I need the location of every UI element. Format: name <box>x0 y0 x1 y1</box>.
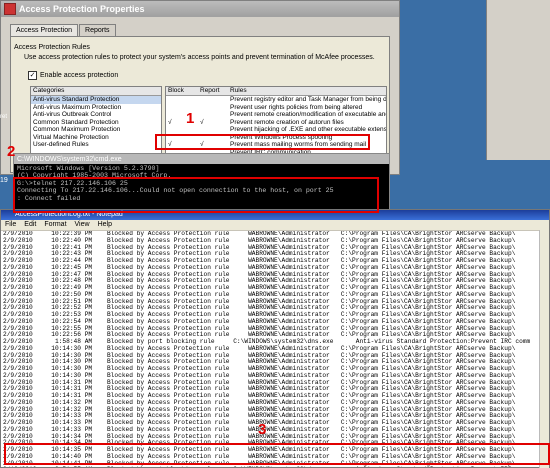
category-item[interactable]: Anti-virus Standard Protection <box>31 96 161 104</box>
rule-row[interactable]: Prevent registry editor and Task Manager… <box>166 96 386 104</box>
rule-report <box>198 134 228 142</box>
category-item[interactable]: User-defined Rules <box>31 141 161 149</box>
cmd-line: (C) Copyright 1985-2003 Microsoft Corp. <box>17 172 172 180</box>
rule-row-mass-mailing[interactable]: √ √ Prevent mass mailing worms from sendin… <box>166 141 386 149</box>
rule-block <box>166 126 198 134</box>
background-window-edge <box>486 0 550 160</box>
rules-table: Block Report Rules Prevent registry edit… <box>165 86 387 160</box>
notepad-scrollbar[interactable] <box>539 230 549 468</box>
notepad-titlebar[interactable]: AccessProtectionLog.txt - Notepad <box>1 210 549 220</box>
desktop-side-number: 19 <box>0 177 8 184</box>
cmd-line: Microsoft Windows [Version 5.2.3790] <box>17 165 160 172</box>
notepad-text-area[interactable]: 2/9/2010 10:22:39 PM Blocked by Access P… <box>1 231 549 467</box>
rule-name: Prevent registry editor and Task Manager… <box>230 96 386 103</box>
cmd-line: : Connect failed <box>17 194 81 202</box>
menu-help[interactable]: Help <box>98 220 112 230</box>
rule-row[interactable]: √ √ Prevent remote creation of autorun fil… <box>166 119 386 127</box>
annotation-number-3: 3 <box>258 421 267 438</box>
rule-name: Prevent user rights policies from being … <box>230 103 363 111</box>
menu-view[interactable]: View <box>75 220 90 230</box>
col-block-header[interactable]: Block <box>166 87 198 95</box>
rule-report: √ <box>200 141 204 148</box>
rule-block: √ <box>168 141 172 148</box>
rule-name: Prevent hijacking of .EXE and other exec… <box>230 126 386 133</box>
desktop-icon-label[interactable]: ret <box>0 114 7 120</box>
mcafee-shield-icon <box>4 3 16 15</box>
cmd-line: G:\>telnet 217.22.146.106 25 <box>17 179 128 187</box>
rule-report: √ <box>200 118 204 126</box>
category-item[interactable]: Virtual Machine Protection <box>31 134 161 142</box>
tab-reports[interactable]: Reports <box>79 24 116 36</box>
rule-row[interactable]: Prevent Windows Process spoofing <box>166 134 386 142</box>
rules-header-row: Block Report Rules <box>166 87 386 96</box>
category-item[interactable]: Common Standard Protection <box>31 119 161 127</box>
rule-report <box>198 111 228 119</box>
rule-block <box>166 96 198 104</box>
rules-description: Use access protection rules to protect y… <box>24 54 375 61</box>
notepad-menubar: File Edit Format View Help <box>1 220 549 231</box>
menu-file[interactable]: File <box>5 220 16 230</box>
categories-header[interactable]: Categories <box>31 87 161 96</box>
ap-titlebar[interactable]: Access Protection Properties <box>1 1 399 17</box>
cmd-titlebar[interactable]: C:\WINDOWS\system32\cmd.exe <box>14 154 389 164</box>
col-rules-header[interactable]: Rules <box>228 87 386 95</box>
rules-group-title: Access Protection Rules <box>14 44 90 51</box>
cmd-line: Connecting To 217.22.146.106...Could not… <box>17 187 334 195</box>
checkbox-box[interactable]: ✓ <box>28 71 37 80</box>
rule-row[interactable]: Prevent remote creation/modification of … <box>166 111 386 119</box>
rule-report <box>198 126 228 134</box>
rule-name: Prevent mass mailing worms from sending … <box>230 141 367 148</box>
categories-list: Categories Anti-virus Standard Protectio… <box>30 86 162 160</box>
rule-row[interactable]: Prevent hijacking of .EXE and other exec… <box>166 126 386 134</box>
category-item[interactable]: Anti-virus Maximum Protection <box>31 104 161 112</box>
notepad-window[interactable]: AccessProtectionLog.txt - Notepad File E… <box>0 209 550 468</box>
annotation-number-1: 1 <box>186 110 195 127</box>
rule-name: Prevent remote creation/modification of … <box>230 111 386 118</box>
rule-name: Prevent remote creation of autorun files <box>230 118 344 126</box>
category-item[interactable]: Anti-virus Outbreak Control <box>31 111 161 119</box>
annotation-number-2: 2 <box>7 143 16 160</box>
menu-format[interactable]: Format <box>44 220 66 230</box>
enable-label: Enable access protection <box>40 72 119 79</box>
cmd-output[interactable]: Microsoft Windows [Version 5.2.3790] (C) … <box>14 164 389 203</box>
category-item[interactable]: Common Maximum Protection <box>31 126 161 134</box>
rule-report <box>198 104 228 112</box>
ap-tabs: Access Protection Reports <box>10 24 117 36</box>
rule-row[interactable]: Prevent user rights policies from being … <box>166 104 386 112</box>
rule-name: Prevent Windows Process spoofing <box>230 133 333 141</box>
tab-access-protection[interactable]: Access Protection <box>10 24 79 36</box>
ap-window-title: Access Protection Properties <box>19 4 145 14</box>
enable-access-protection-checkbox[interactable]: ✓ Enable access protection <box>28 71 118 80</box>
menu-edit[interactable]: Edit <box>24 220 36 230</box>
col-report-header[interactable]: Report <box>198 87 228 95</box>
cmd-window[interactable]: C:\WINDOWS\system32\cmd.exe Microsoft Wi… <box>13 153 390 213</box>
cmd-title: C:\WINDOWS\system32\cmd.exe <box>17 155 122 163</box>
rule-block <box>166 134 198 142</box>
rule-report <box>198 96 228 104</box>
